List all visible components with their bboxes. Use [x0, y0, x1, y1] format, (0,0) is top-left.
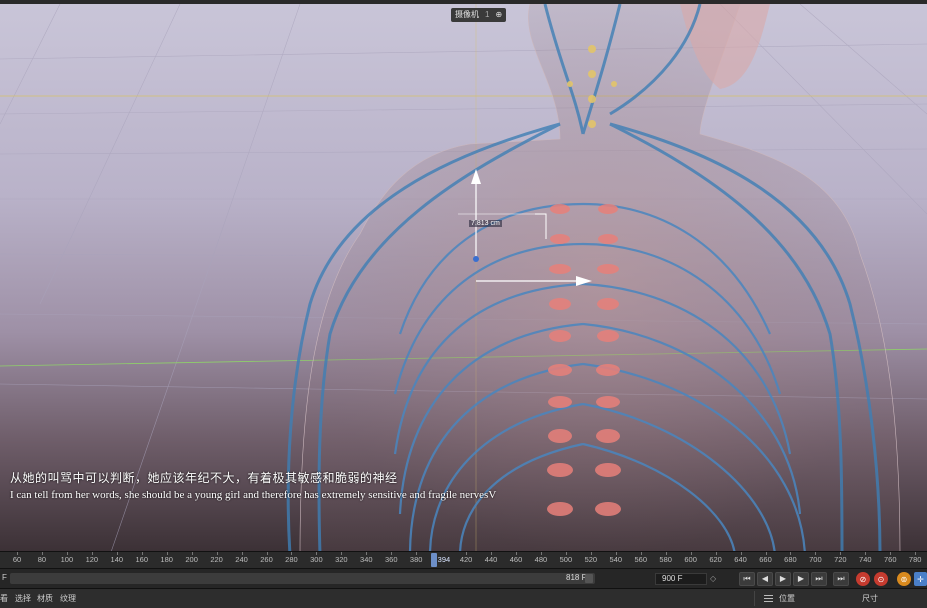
camera-target-icon: ⊕	[495, 10, 503, 19]
ruler-tick-label: 220	[210, 555, 223, 564]
ruler-tick-label: 720	[834, 555, 847, 564]
menu-item-material[interactable]: 材质	[37, 593, 53, 604]
ruler-tick-label: 460	[509, 555, 523, 564]
ruler-tick-label: 340	[360, 555, 373, 564]
position-tab[interactable]: 位置	[779, 593, 795, 604]
ruler-tick-label: 140	[110, 555, 124, 564]
ruler-tick-label: 680	[784, 555, 797, 564]
transport-bar: F 818 F 900 F ◇ ⏮ ◀ ▶ ▶ ⏭ ⏭ ⊘ ⊙ ⊚ ✛	[0, 569, 927, 589]
subtitle-chinese: 从她的叫骂中可以判断，她应该年纪不大，有着极其敏感和脆弱的神经	[10, 471, 398, 485]
timeline-ruler[interactable]: 60 80 100 120 140 160 180 200 220 240 260 280 300 320…	[0, 551, 927, 569]
menu-item-texture[interactable]: 纹理	[60, 593, 76, 604]
ruler-tick-label: 440	[484, 555, 498, 564]
playhead-handle[interactable]	[430, 553, 437, 567]
ruler-tick-label: 420	[459, 555, 473, 564]
menu-divider	[754, 591, 755, 606]
ruler-tick-label: 240	[235, 555, 248, 564]
previous-keyframe-icon: ◀	[761, 574, 769, 583]
skip-to-start-icon: ⏮	[743, 574, 751, 583]
next-keyframe-button[interactable]: ▶	[793, 572, 809, 586]
camera-label: 摄像机	[455, 10, 479, 19]
ruler-tick-label: 760	[883, 555, 897, 564]
ruler-tick-label: 480	[534, 555, 548, 564]
range-start-label: F	[2, 573, 7, 582]
previous-keyframe-button[interactable]: ◀	[757, 572, 773, 586]
next-keyframe-icon: ▶	[797, 574, 805, 583]
keyframe-mode-icon: ⊚	[900, 574, 908, 584]
ruler-tick-label: 100	[60, 555, 74, 564]
camera-selector[interactable]: 摄像机 1 ⊕	[451, 8, 507, 22]
ruler-tick-label: 600	[684, 555, 697, 564]
ruler-tick-label: 780	[908, 555, 922, 564]
move-tool-button[interactable]: ✛	[914, 572, 927, 586]
skip-to-start-button[interactable]: ⏮	[739, 572, 755, 586]
range-handle[interactable]	[585, 574, 593, 583]
go-to-end-button[interactable]: ⏭	[833, 572, 849, 586]
menu-item-view[interactable]: 看	[0, 593, 8, 604]
ruler-tick-label: 740	[859, 555, 872, 564]
end-frame-field[interactable]: 900 F	[655, 573, 707, 585]
record-icon: ⊘	[859, 574, 867, 584]
ruler-tick-label: 260	[260, 555, 273, 564]
ruler-tick-label: 700	[809, 555, 822, 564]
ruler-tick-label: 540	[609, 555, 623, 564]
ruler-tick-label: 120	[85, 555, 99, 564]
ruler-tick-label: 60	[12, 555, 22, 564]
record-button[interactable]: ⊘	[856, 572, 870, 586]
end-frame-stepper[interactable]: ◇	[710, 574, 720, 584]
skip-to-end-icon: ⏭	[815, 574, 823, 583]
3d-viewport[interactable]: 摄像机 1 ⊕ 7.813 cm 从她的叫骂中可以判断，她应该年纪不大，有着极其…	[0, 0, 927, 551]
play-button[interactable]: ▶	[775, 572, 791, 586]
play-icon: ▶	[779, 574, 787, 583]
ruler-tick-label: 300	[310, 555, 323, 564]
ruler-tick-label: 580	[659, 555, 672, 564]
list-icon[interactable]	[764, 595, 773, 602]
ruler-tick-label: 560	[634, 555, 648, 564]
ruler-tick-label: 620	[709, 555, 722, 564]
ruler-tick-label: 500	[559, 555, 573, 564]
ruler-tick-label: 360	[384, 555, 398, 564]
skip-to-end-button[interactable]: ⏭	[811, 572, 827, 586]
gizmo-origin-handle	[473, 256, 479, 262]
ruler-tick-label: 160	[135, 555, 149, 564]
measure-readout: 7.813 cm	[469, 220, 502, 227]
ruler-tick-label: 660	[759, 555, 772, 564]
ruler-tick-label: 180	[160, 555, 173, 564]
go-to-end-icon: ⏭	[837, 574, 845, 583]
bottom-menu-bar: 看 选择 材质 纹理 位置 尺寸	[0, 589, 927, 608]
menu-item-select[interactable]: 选择	[15, 593, 31, 604]
ruler-tick-label: 380	[409, 555, 423, 564]
auto-key-button[interactable]: ⊙	[874, 572, 888, 586]
ruler-tick-label: 520	[584, 555, 598, 564]
ruler-tick-label: 200	[185, 555, 198, 564]
auto-key-icon: ⊙	[877, 574, 885, 584]
ruler-tick-label: 640	[734, 555, 747, 564]
move-tool-icon: ✛	[917, 574, 924, 584]
range-end-label: 818 F	[566, 573, 587, 582]
camera-index: 1	[485, 10, 490, 19]
size-tab[interactable]: 尺寸	[862, 593, 878, 604]
subtitle-english: I can tell from her words, she should be…	[10, 489, 497, 501]
ruler-tick-label: 80	[37, 555, 47, 564]
current-frame-label: 394	[437, 555, 451, 564]
ruler-tick-label: 320	[335, 555, 348, 564]
keyframe-mode-button[interactable]: ⊚	[897, 572, 911, 586]
frame-range-slider[interactable]	[10, 573, 595, 584]
ruler-tick-label: 280	[285, 555, 298, 564]
